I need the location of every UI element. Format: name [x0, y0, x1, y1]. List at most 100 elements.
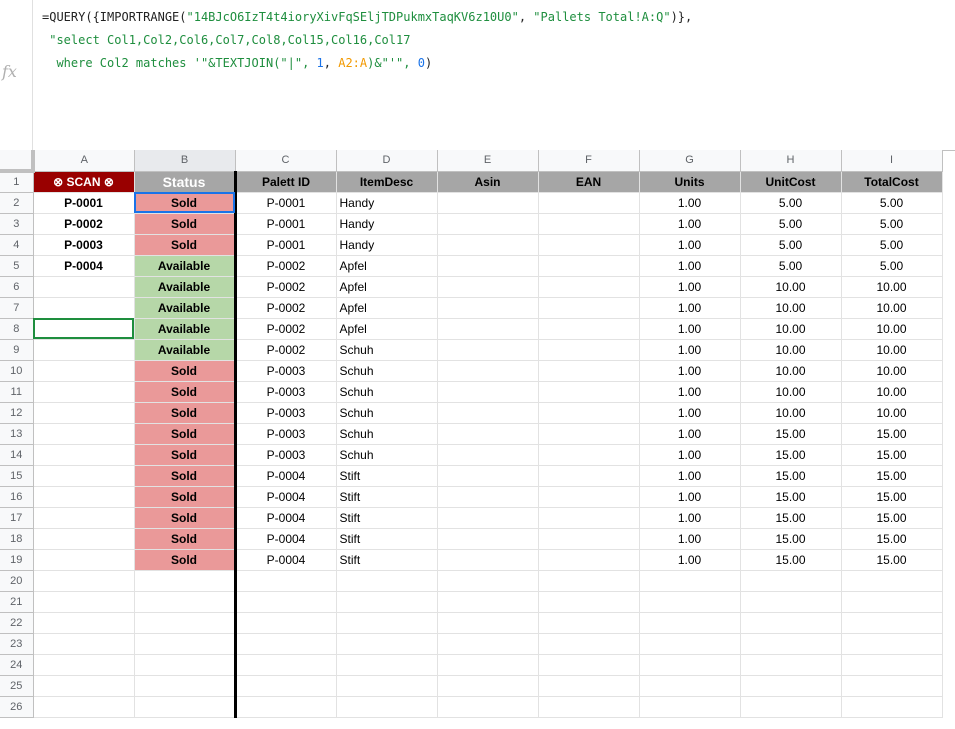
totalcost-cell[interactable]: 10.00	[841, 297, 943, 319]
units-cell[interactable]: 1.00	[639, 381, 741, 403]
column-header-i[interactable]: I	[841, 150, 943, 172]
unitcost-cell[interactable]: 15.00	[740, 423, 842, 445]
empty-cell[interactable]	[841, 633, 943, 655]
ean-cell[interactable]	[538, 213, 640, 235]
status-cell[interactable]: Sold	[134, 444, 237, 466]
empty-cell[interactable]	[639, 570, 741, 592]
empty-cell[interactable]	[841, 591, 943, 613]
empty-cell[interactable]	[437, 675, 539, 697]
row-header[interactable]: 4	[0, 234, 34, 256]
palett-id-cell[interactable]: P-0004	[235, 507, 337, 529]
status-cell[interactable]: Sold	[134, 549, 237, 571]
empty-cell[interactable]	[740, 675, 842, 697]
unitcost-cell[interactable]: 10.00	[740, 318, 842, 340]
asin-cell[interactable]	[437, 360, 539, 382]
empty-cell[interactable]	[336, 591, 438, 613]
status-cell[interactable]: Sold	[134, 507, 237, 529]
empty-cell[interactable]	[538, 654, 640, 676]
empty-cell[interactable]	[639, 633, 741, 655]
unitcost-cell[interactable]: 15.00	[740, 507, 842, 529]
unitcost-cell[interactable]: 10.00	[740, 402, 842, 424]
ean-cell[interactable]	[538, 276, 640, 298]
row-header[interactable]: 26	[0, 696, 34, 718]
asin-cell[interactable]	[437, 255, 539, 277]
column-header-h[interactable]: H	[740, 150, 842, 172]
units-cell[interactable]: 1.00	[639, 318, 741, 340]
empty-cell[interactable]	[639, 675, 741, 697]
asin-cell[interactable]	[437, 381, 539, 403]
totalcost-cell[interactable]: 5.00	[841, 234, 943, 256]
totalcost-header-cell[interactable]: TotalCost	[841, 171, 943, 193]
totalcost-cell[interactable]: 10.00	[841, 360, 943, 382]
empty-cell[interactable]	[841, 696, 943, 718]
totalcost-cell[interactable]: 10.00	[841, 318, 943, 340]
scan-cell[interactable]	[33, 528, 135, 550]
ean-cell[interactable]	[538, 423, 640, 445]
palett-id-cell[interactable]: P-0001	[235, 234, 337, 256]
status-cell[interactable]: Sold	[134, 234, 237, 256]
unitcost-cell[interactable]: 5.00	[740, 192, 842, 214]
units-cell[interactable]: 1.00	[639, 192, 741, 214]
empty-cell[interactable]	[538, 633, 640, 655]
units-cell[interactable]: 1.00	[639, 423, 741, 445]
row-header[interactable]: 8	[0, 318, 34, 340]
empty-cell[interactable]	[639, 591, 741, 613]
row-header[interactable]: 25	[0, 675, 34, 697]
units-cell[interactable]: 1.00	[639, 234, 741, 256]
empty-cell[interactable]	[437, 633, 539, 655]
unitcost-cell[interactable]: 5.00	[740, 213, 842, 235]
empty-cell[interactable]	[134, 612, 237, 634]
row-header[interactable]: 18	[0, 528, 34, 550]
row-header[interactable]: 2	[0, 192, 34, 214]
palett-id-cell[interactable]: P-0003	[235, 423, 337, 445]
empty-cell[interactable]	[235, 633, 337, 655]
scan-cell[interactable]	[33, 381, 135, 403]
unitcost-cell[interactable]: 5.00	[740, 255, 842, 277]
status-cell[interactable]: Available	[134, 339, 237, 361]
status-cell[interactable]: Sold	[134, 486, 237, 508]
itemdesc-cell[interactable]: Apfel	[336, 297, 438, 319]
column-header-c[interactable]: C	[235, 150, 337, 172]
unitcost-cell[interactable]: 15.00	[740, 486, 842, 508]
empty-cell[interactable]	[33, 612, 135, 634]
row-header[interactable]: 13	[0, 423, 34, 445]
asin-cell[interactable]	[437, 423, 539, 445]
itemdesc-header-cell[interactable]: ItemDesc	[336, 171, 438, 193]
ean-cell[interactable]	[538, 528, 640, 550]
itemdesc-cell[interactable]: Stift	[336, 549, 438, 571]
palett-id-cell[interactable]: P-0003	[235, 402, 337, 424]
unitcost-cell[interactable]: 10.00	[740, 276, 842, 298]
palett-id-cell[interactable]: P-0001	[235, 213, 337, 235]
ean-cell[interactable]	[538, 549, 640, 571]
unitcost-cell[interactable]: 15.00	[740, 444, 842, 466]
units-cell[interactable]: 1.00	[639, 339, 741, 361]
units-cell[interactable]: 1.00	[639, 486, 741, 508]
row-header[interactable]: 1	[0, 171, 34, 193]
asin-cell[interactable]	[437, 402, 539, 424]
asin-cell[interactable]	[437, 297, 539, 319]
empty-cell[interactable]	[134, 675, 237, 697]
column-header-e[interactable]: E	[437, 150, 539, 172]
asin-cell[interactable]	[437, 465, 539, 487]
asin-cell[interactable]	[437, 339, 539, 361]
row-header[interactable]: 5	[0, 255, 34, 277]
row-header[interactable]: 17	[0, 507, 34, 529]
row-header[interactable]: 3	[0, 213, 34, 235]
empty-cell[interactable]	[33, 570, 135, 592]
empty-cell[interactable]	[639, 612, 741, 634]
unitcost-cell[interactable]: 15.00	[740, 549, 842, 571]
itemdesc-cell[interactable]: Apfel	[336, 255, 438, 277]
row-header[interactable]: 6	[0, 276, 34, 298]
scan-cell[interactable]	[33, 549, 135, 571]
ean-cell[interactable]	[538, 192, 640, 214]
column-header-f[interactable]: F	[538, 150, 640, 172]
ean-cell[interactable]	[538, 318, 640, 340]
status-cell[interactable]: Sold	[134, 423, 237, 445]
units-cell[interactable]: 1.00	[639, 276, 741, 298]
scan-cell[interactable]	[33, 297, 135, 319]
itemdesc-cell[interactable]: Stift	[336, 507, 438, 529]
row-header[interactable]: 10	[0, 360, 34, 382]
units-cell[interactable]: 1.00	[639, 360, 741, 382]
empty-cell[interactable]	[33, 654, 135, 676]
itemdesc-cell[interactable]: Stift	[336, 486, 438, 508]
